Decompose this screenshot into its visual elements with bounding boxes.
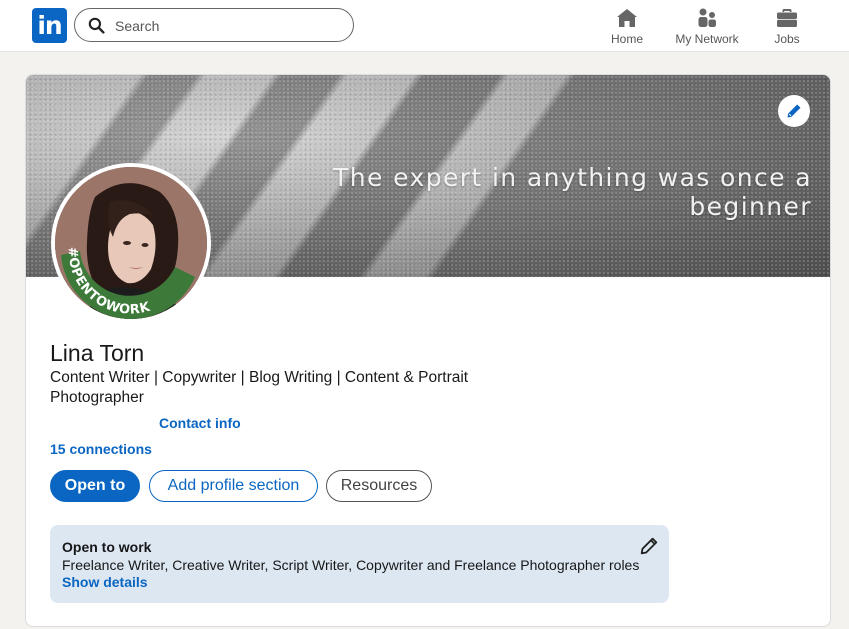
edit-open-to-work-pencil-icon[interactable]	[640, 537, 658, 555]
profile-headline: Content Writer | Copywriter | Blog Writi…	[50, 369, 469, 406]
briefcase-icon	[777, 9, 797, 27]
profile-photo-frame[interactable]: #OPENTOWORK	[51, 163, 211, 323]
show-details-link[interactable]: Show details	[62, 574, 148, 590]
banner-quote: The expert in anything was once a beginn…	[333, 163, 812, 221]
open-to-work-card: Open to work Freelance Writer, Creative …	[50, 525, 669, 603]
connections-link[interactable]: 15 connections	[50, 441, 152, 457]
nav-my-network[interactable]: My Network	[670, 4, 744, 48]
linkedin-logo[interactable]: in	[32, 8, 67, 43]
contact-info-link[interactable]: Contact info	[159, 415, 241, 431]
nav-home-label: Home	[610, 32, 643, 46]
profile-photo[interactable]: #OPENTOWORK	[55, 167, 207, 319]
nav-jobs[interactable]: Jobs	[766, 4, 808, 48]
profile-name: Lina Torn	[50, 340, 145, 366]
resources-button[interactable]: Resources	[326, 470, 432, 502]
open-to-button[interactable]: Open to	[50, 470, 140, 502]
top-nav-bar: in Home My Network Jobs	[0, 0, 849, 52]
search-icon	[88, 17, 105, 34]
avatar-portrait: #OPENTOWORK	[55, 167, 207, 319]
add-profile-section-button[interactable]: Add profile section	[149, 470, 318, 502]
network-icon	[698, 8, 716, 27]
pencil-icon	[787, 104, 801, 118]
nav-home[interactable]: Home	[603, 4, 651, 48]
open-to-work-roles: Freelance Writer, Creative Writer, Scrip…	[62, 557, 640, 573]
search-input[interactable]	[115, 15, 345, 37]
profile-card: The expert in anything was once a beginn…	[25, 74, 831, 627]
edit-banner-button[interactable]	[778, 95, 810, 127]
nav-network-label: My Network	[675, 32, 739, 46]
open-to-work-title: Open to work	[62, 539, 152, 555]
search-box[interactable]	[74, 8, 354, 42]
nav-jobs-label: Jobs	[774, 32, 800, 46]
home-icon	[617, 9, 637, 27]
